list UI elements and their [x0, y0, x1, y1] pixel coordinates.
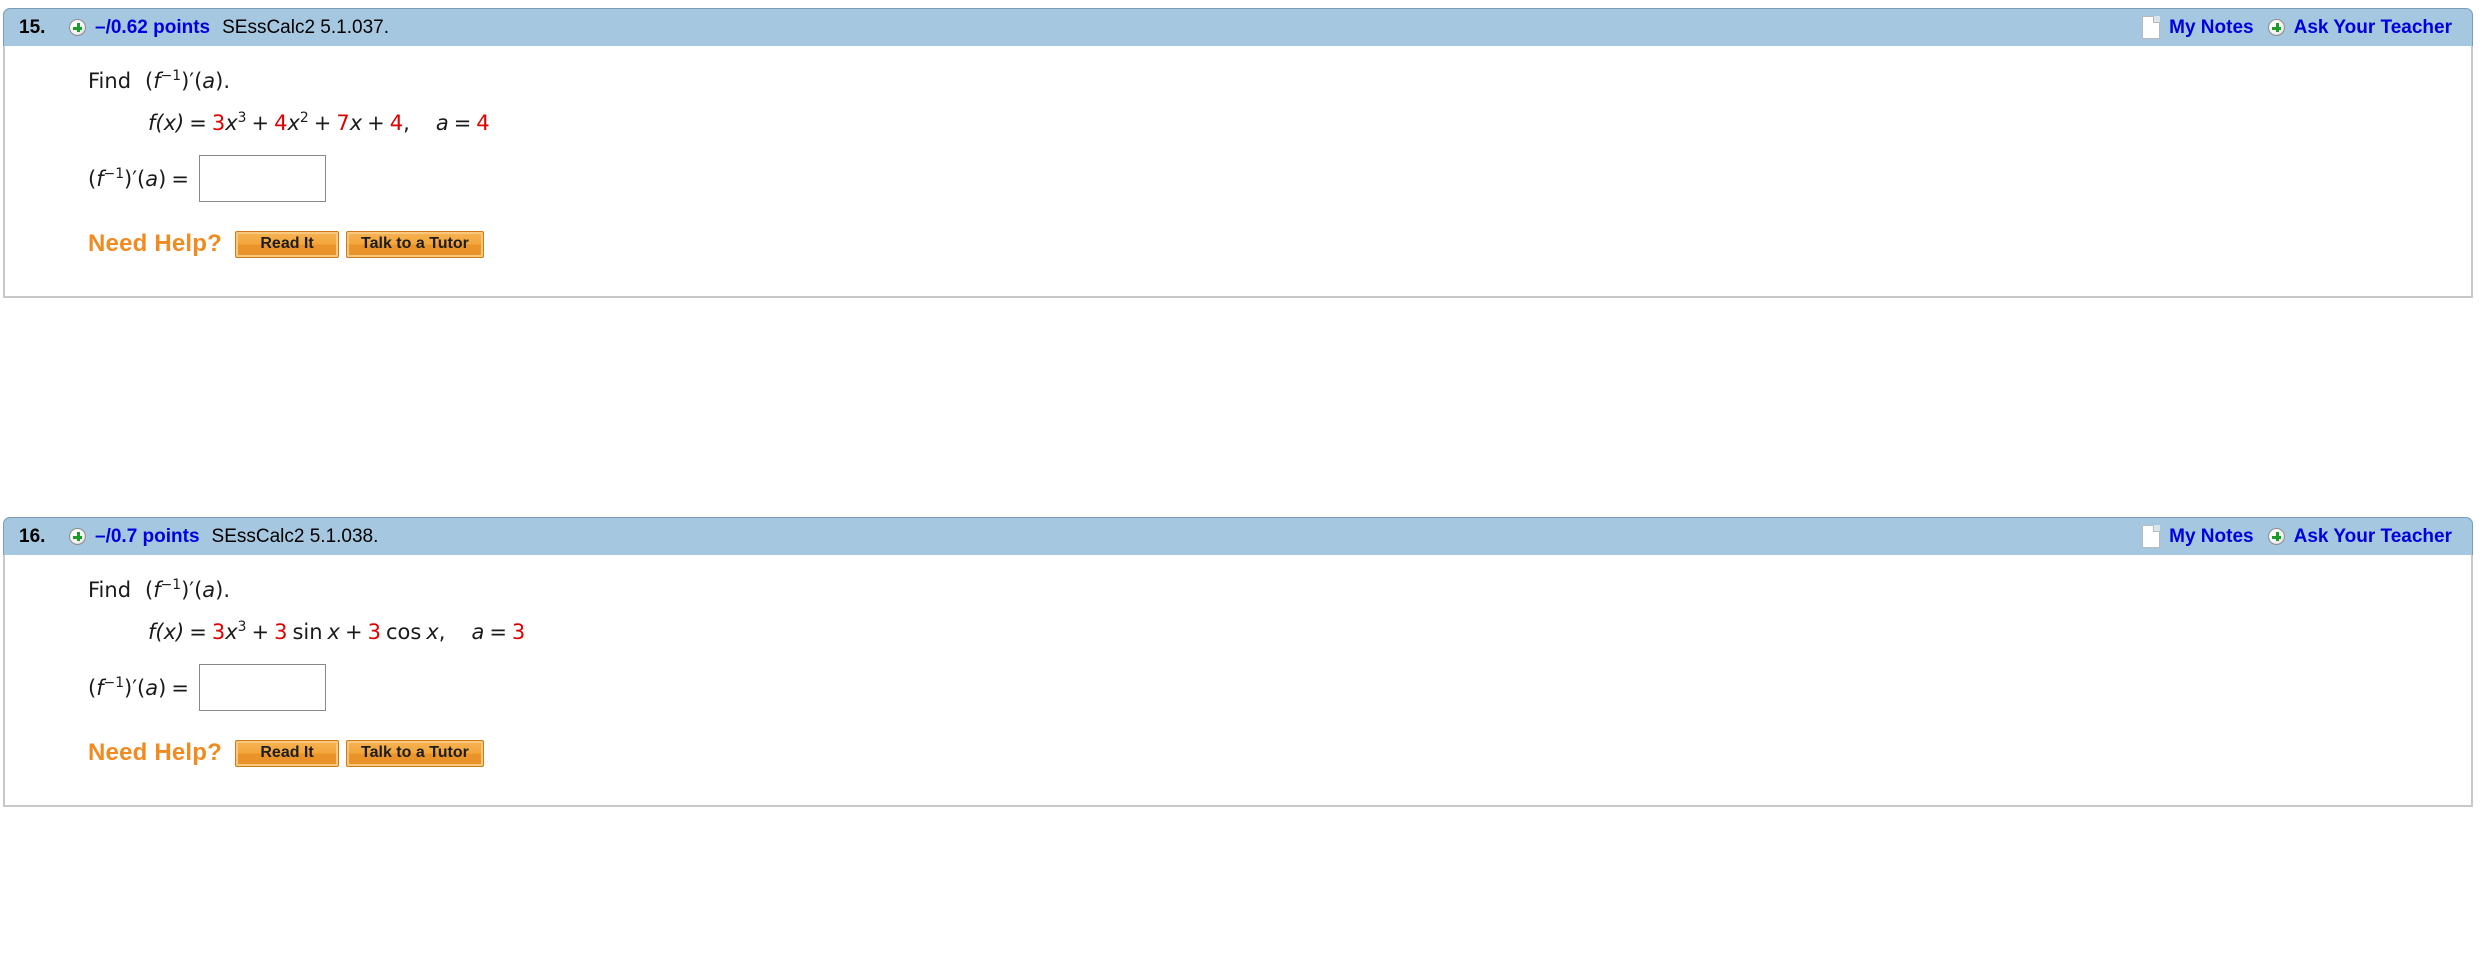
problem-reference: SEssCalc2 5.1.038. [211, 525, 379, 547]
talk-to-a-tutor-button[interactable]: Talk to a Tutor [346, 739, 484, 767]
term-2-base: x [287, 111, 300, 135]
answer-row-15: (f−1)′(a) = [88, 155, 2471, 202]
prompt-find-word: Find [88, 578, 132, 602]
answer-input[interactable] [198, 155, 326, 202]
need-help-row-15: Need Help? Read It Talk to a Tutor [88, 230, 2471, 258]
equals-sign: = [189, 620, 207, 644]
answer-label: (f−1)′(a) = [88, 674, 189, 700]
points-label: –/0.62 points [95, 16, 211, 38]
plus-circle-icon[interactable] [69, 528, 86, 545]
header-actions: My Notes Ask Your Teacher [2142, 525, 2452, 548]
term-2-coefficient: 4 [274, 111, 288, 135]
read-it-button[interactable]: Read It [235, 739, 340, 767]
problem-body-15: Find (f−1)′(a). f(x) = 3x3 +4x2 +7x +4, a = 4 (f−… [3, 46, 2473, 298]
problem-block-16: 16. –/0.7 points SEssCalc2 5.1.038. My N… [0, 517, 2488, 807]
problem-header-16: 16. –/0.7 points SEssCalc2 5.1.038. My N… [3, 517, 2473, 556]
talk-to-a-tutor-button[interactable]: Talk to a Tutor [346, 230, 484, 258]
term-3-coefficient: 3 [367, 620, 381, 644]
prompt-expression: (f−1)′(a). [145, 68, 231, 93]
term-4-coefficient: 4 [389, 111, 404, 135]
problem-number: 16. [19, 525, 46, 547]
function-label: f(x) [148, 111, 185, 135]
need-help-label: Need Help? [88, 739, 223, 766]
function-definition-16: f(x) = 3x3 +3 sin x +3 cos x, a = 3 [148, 619, 526, 644]
term-1-base: x [225, 111, 238, 135]
my-notes-link[interactable]: My Notes [2169, 17, 2253, 39]
ask-your-teacher-link[interactable]: Ask Your Teacher [2294, 526, 2452, 548]
plus-circle-icon[interactable] [69, 19, 86, 36]
term-2-coefficient: 3 [274, 620, 288, 644]
problem-list-page: 15. –/0.62 points SEssCalc2 5.1.037. My … [0, 0, 2488, 970]
notes-page-icon[interactable] [2142, 525, 2161, 548]
points-label: –/0.7 points [95, 525, 200, 547]
problem-body-16: Find (f−1)′(a). f(x) = 3x3 +3 sin x +3 cos x, a = 3 … [3, 555, 2473, 807]
notes-page-icon[interactable] [2142, 16, 2161, 39]
problem-reference: SEssCalc2 5.1.037. [222, 16, 389, 38]
a-value: 3 [511, 620, 526, 644]
term-3-base: cos x [385, 620, 439, 644]
function-definition-15: f(x) = 3x3 +4x2 +7x +4, a = 4 [148, 110, 490, 135]
problem-header-15: 15. –/0.62 points SEssCalc2 5.1.037. My … [3, 8, 2473, 47]
function-label: f(x) [148, 620, 185, 644]
a-label: a [435, 111, 449, 135]
term-1-coefficient: 3 [211, 111, 226, 135]
problem-prompt: Find (f−1)′(a). [88, 46, 2471, 93]
a-value: 4 [476, 111, 490, 135]
need-help-label: Need Help? [88, 230, 223, 257]
equals-sign: = [189, 111, 207, 135]
need-help-row-16: Need Help? Read It Talk to a Tutor [88, 739, 2471, 767]
term-1-exponent: 3 [237, 619, 247, 635]
answer-input[interactable] [198, 664, 326, 711]
ask-teacher-plus-icon[interactable] [2267, 19, 2285, 36]
my-notes-link[interactable]: My Notes [2169, 526, 2253, 548]
prompt-find-word: Find [88, 69, 132, 93]
prompt-expression: (f−1)′(a). [145, 577, 231, 602]
ask-your-teacher-link[interactable]: Ask Your Teacher [2294, 17, 2452, 39]
problem-number: 15. [19, 16, 46, 38]
term-3-base: x [349, 111, 363, 135]
ask-teacher-plus-icon[interactable] [2267, 528, 2285, 545]
answer-row-16: (f−1)′(a) = [88, 664, 2471, 711]
header-actions: My Notes Ask Your Teacher [2142, 16, 2452, 39]
term-2-base: sin x [292, 620, 340, 644]
problem-prompt: Find (f−1)′(a). [88, 555, 2471, 602]
term-1-exponent: 3 [237, 110, 247, 126]
term-3-coefficient: 7 [336, 111, 350, 135]
term-2-exponent: 2 [299, 110, 309, 126]
a-label: a [471, 620, 485, 644]
problem-block-15: 15. –/0.62 points SEssCalc2 5.1.037. My … [0, 8, 2488, 298]
term-1-coefficient: 3 [211, 620, 226, 644]
term-1-base: x [225, 620, 238, 644]
answer-label: (f−1)′(a) = [88, 165, 189, 191]
read-it-button[interactable]: Read It [235, 230, 340, 258]
